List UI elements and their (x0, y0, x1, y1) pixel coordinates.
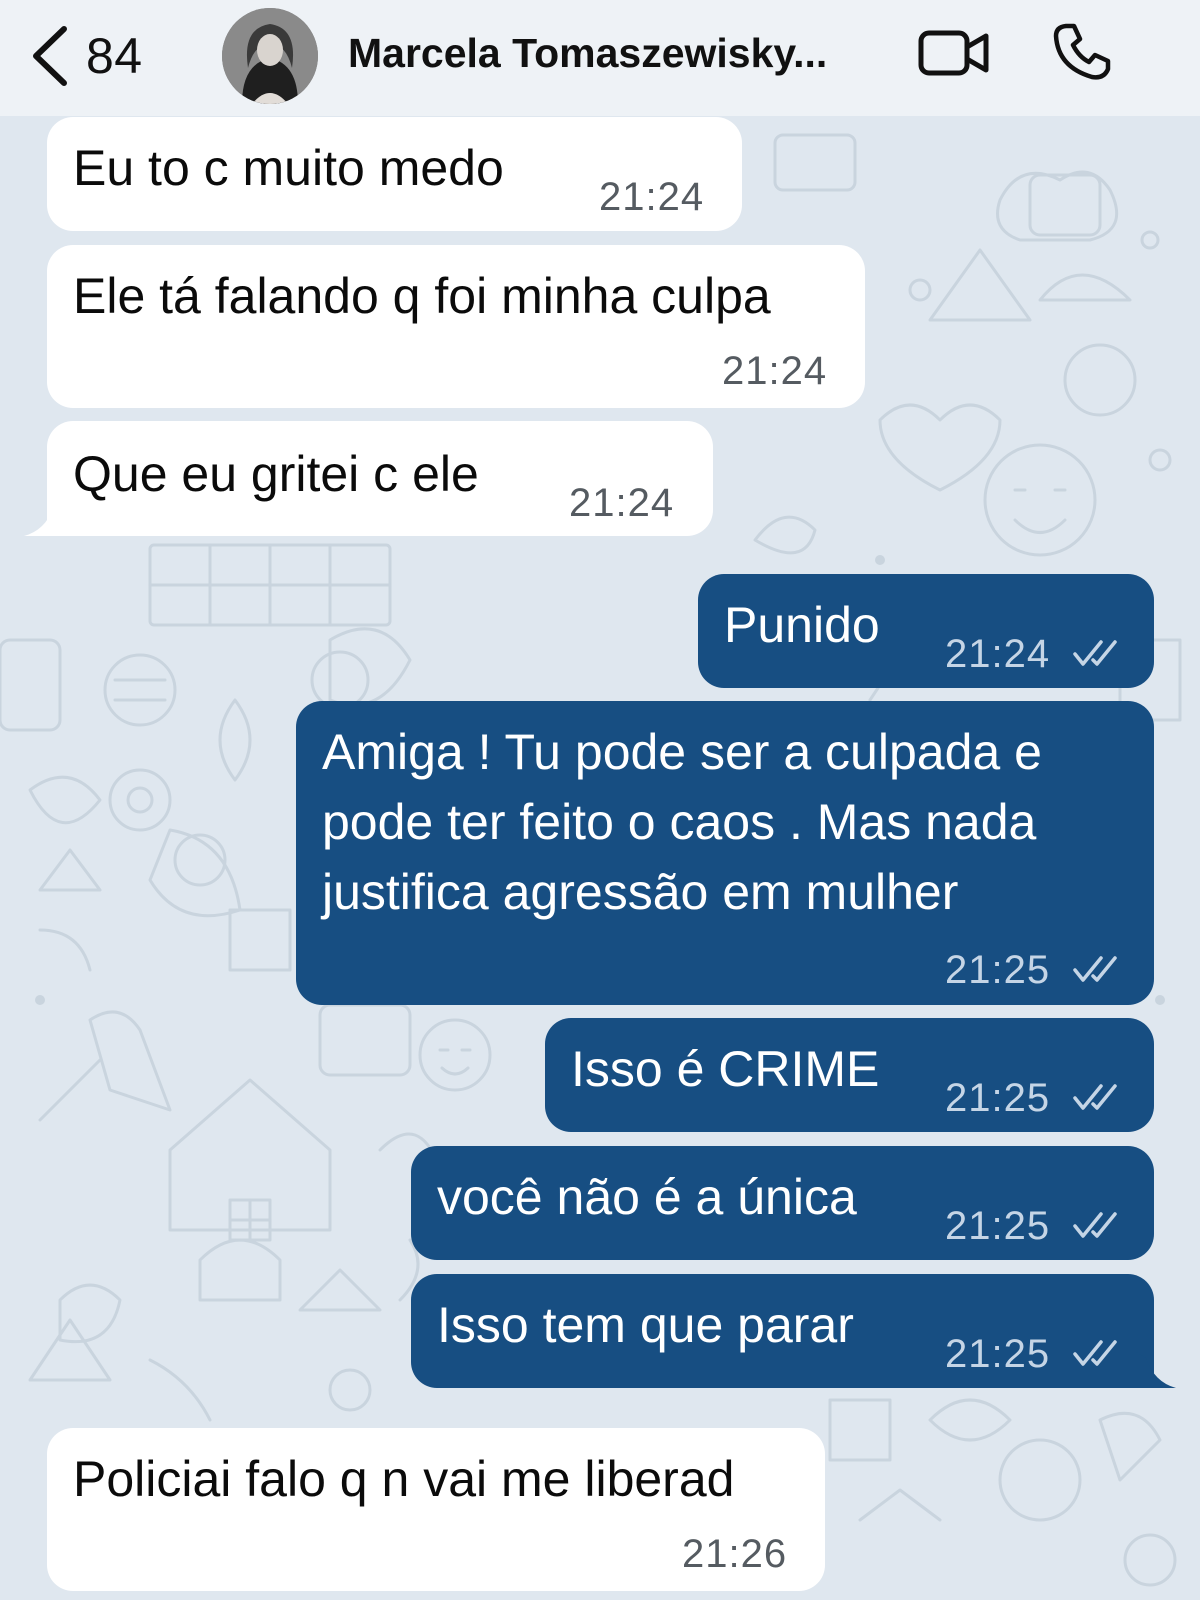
message-text: Punido (724, 597, 880, 653)
avatar[interactable] (222, 8, 318, 104)
message-bubble-outgoing[interactable]: você não é a única 21:25 (411, 1146, 1154, 1260)
chat-header: 84 Marcela Tomaszewisky... (0, 0, 1200, 116)
double-check-icon (1073, 1340, 1117, 1366)
message-text: Isso é CRIME (571, 1041, 880, 1097)
message-bubble-incoming[interactable]: Eu to c muito medo 21:24 (47, 117, 742, 231)
message-text: você não é a única (437, 1169, 857, 1225)
message-time: 21:24 (945, 632, 1051, 676)
back-button[interactable]: 84 (30, 18, 143, 94)
video-camera-icon (918, 30, 989, 76)
message-time: 21:25 (945, 1332, 1051, 1376)
double-check-icon (1073, 956, 1117, 982)
message-text: Amiga ! Tu pode ser a culpada e pode ter… (322, 724, 1042, 920)
bubble-tail (1136, 1352, 1176, 1388)
message-bubble-incoming[interactable]: Que eu gritei c ele 21:24 (47, 421, 713, 536)
message-time: 21:24 (599, 175, 705, 219)
unread-count: 84 (86, 28, 143, 84)
message-time: 21:24 (569, 481, 675, 525)
message-time: 21:24 (722, 349, 828, 393)
double-check-icon (1073, 1084, 1117, 1110)
message-bubble-outgoing[interactable]: Amiga ! Tu pode ser a culpada e pode ter… (296, 701, 1154, 1005)
message-text: Que eu gritei c ele (73, 446, 479, 502)
contact-name[interactable]: Marcela Tomaszewisky... (348, 30, 827, 77)
double-check-icon (1073, 640, 1117, 666)
message-text: Ele tá falando q foi minha culpa (73, 268, 771, 324)
message-time: 21:25 (945, 1204, 1051, 1248)
message-bubble-incoming[interactable]: Policiai falo q n vai me liberad 21:26 (47, 1428, 825, 1591)
video-call-button[interactable] (918, 28, 990, 83)
message-time: 21:25 (945, 1076, 1051, 1120)
bubble-tail (24, 500, 64, 536)
message-bubble-outgoing[interactable]: Punido 21:24 (698, 574, 1154, 688)
contact-photo (222, 8, 318, 104)
message-bubble-incoming[interactable]: Ele tá falando q foi minha culpa 21:24 (47, 245, 865, 408)
message-text: Policiai falo q n vai me liberad (73, 1451, 735, 1507)
double-check-icon (1073, 1212, 1117, 1238)
message-bubble-outgoing[interactable]: Isso tem que parar 21:25 (411, 1274, 1154, 1388)
message-time: 21:25 (945, 948, 1051, 992)
message-bubble-outgoing[interactable]: Isso é CRIME 21:25 (545, 1018, 1154, 1132)
message-time: 21:26 (682, 1532, 788, 1576)
message-list[interactable]: Eu to c muito medo 21:24 Ele tá falando … (0, 0, 1200, 1600)
message-text: Isso tem que parar (437, 1297, 854, 1353)
phone-icon (1053, 23, 1111, 80)
message-text: Eu to c muito medo (73, 140, 504, 196)
chevron-left-icon (33, 26, 67, 86)
voice-call-button[interactable] (1052, 22, 1112, 87)
